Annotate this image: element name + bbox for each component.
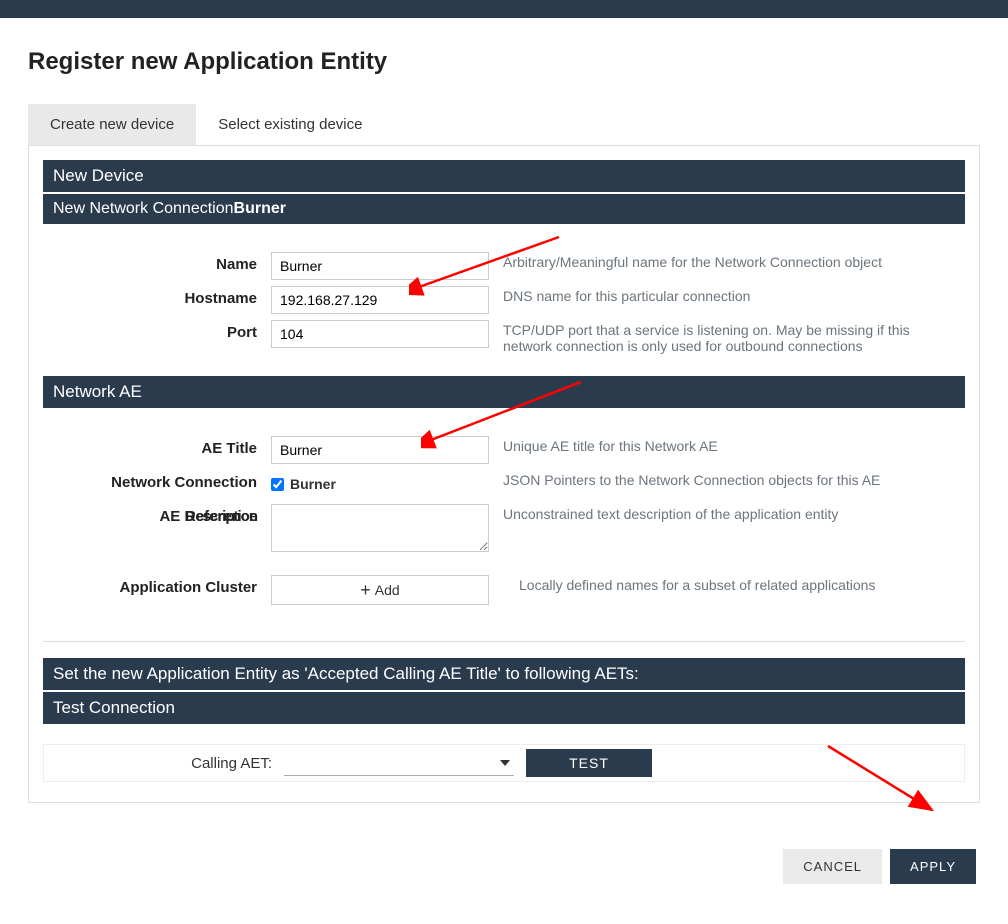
section-header-test-connection: Test Connection: [43, 692, 965, 724]
section-header-new-connection-prefix: New Network Connection: [53, 200, 234, 217]
apply-button[interactable]: APPLY: [890, 849, 976, 884]
tab-create-new-device[interactable]: Create new device: [28, 104, 196, 145]
desc-ae-description: Unconstrained text description of the ap…: [489, 504, 955, 522]
label-ae-description: AE Description Reference: [53, 504, 271, 525]
label-network-connection-ref: Network Connection: [53, 470, 271, 491]
desc-network-connection-ref: JSON Pointers to the Network Connection …: [489, 470, 955, 488]
checkbox-label-burner: Burner: [290, 476, 336, 492]
tab-select-existing-device[interactable]: Select existing device: [196, 104, 384, 145]
footer-buttons: CANCEL APPLY: [28, 849, 980, 884]
label-port: Port: [53, 320, 271, 341]
label-name: Name: [53, 252, 271, 273]
section-header-new-connection: New Network ConnectionBurner: [43, 194, 965, 224]
section-header-new-connection-name: Burner: [234, 200, 286, 217]
network-ae-form: AE Title Unique AE title for this Networ…: [43, 410, 965, 627]
input-port[interactable]: [271, 320, 489, 348]
textarea-ae-description[interactable]: [271, 504, 489, 552]
chevron-down-icon: [500, 760, 510, 766]
label-reference-overlay: Reference: [185, 508, 258, 525]
select-calling-aet[interactable]: [284, 750, 514, 776]
label-calling-aet: Calling AET:: [46, 755, 284, 772]
checkbox-network-connection-burner[interactable]: [271, 478, 284, 491]
add-button-label: Add: [375, 582, 400, 598]
cancel-button[interactable]: CANCEL: [783, 849, 882, 884]
desc-application-cluster: Locally defined names for a subset of re…: [489, 575, 955, 593]
label-ae-title: AE Title: [53, 436, 271, 457]
page-title: Register new Application Entity: [28, 48, 980, 76]
label-application-cluster: Application Cluster: [53, 575, 271, 596]
add-application-cluster-button[interactable]: + Add: [271, 575, 489, 605]
desc-name: Arbitrary/Meaningful name for the Networ…: [489, 252, 955, 270]
new-connection-form: Name Arbitrary/Meaningful name for the N…: [43, 226, 965, 376]
section-header-accepted-calling: Set the new Application Entity as 'Accep…: [43, 658, 965, 690]
divider: [43, 641, 965, 642]
section-header-network-ae: Network AE: [43, 376, 965, 408]
test-connection-row: Calling AET: TEST: [43, 744, 965, 782]
desc-port: TCP/UDP port that a service is listening…: [489, 320, 955, 354]
input-hostname[interactable]: [271, 286, 489, 314]
plus-icon: +: [360, 581, 371, 599]
tab-bar: Create new device Select existing device: [28, 104, 980, 145]
input-name[interactable]: [271, 252, 489, 280]
label-hostname: Hostname: [53, 286, 271, 307]
top-app-bar: [0, 0, 1008, 18]
desc-ae-title: Unique AE title for this Network AE: [489, 436, 955, 454]
form-panel: New Device New Network ConnectionBurner …: [28, 145, 980, 803]
label-netconn-main: Network Connection: [111, 474, 257, 491]
desc-hostname: DNS name for this particular connection: [489, 286, 955, 304]
input-ae-title[interactable]: [271, 436, 489, 464]
section-header-new-device: New Device: [43, 160, 965, 192]
test-button[interactable]: TEST: [526, 749, 652, 777]
